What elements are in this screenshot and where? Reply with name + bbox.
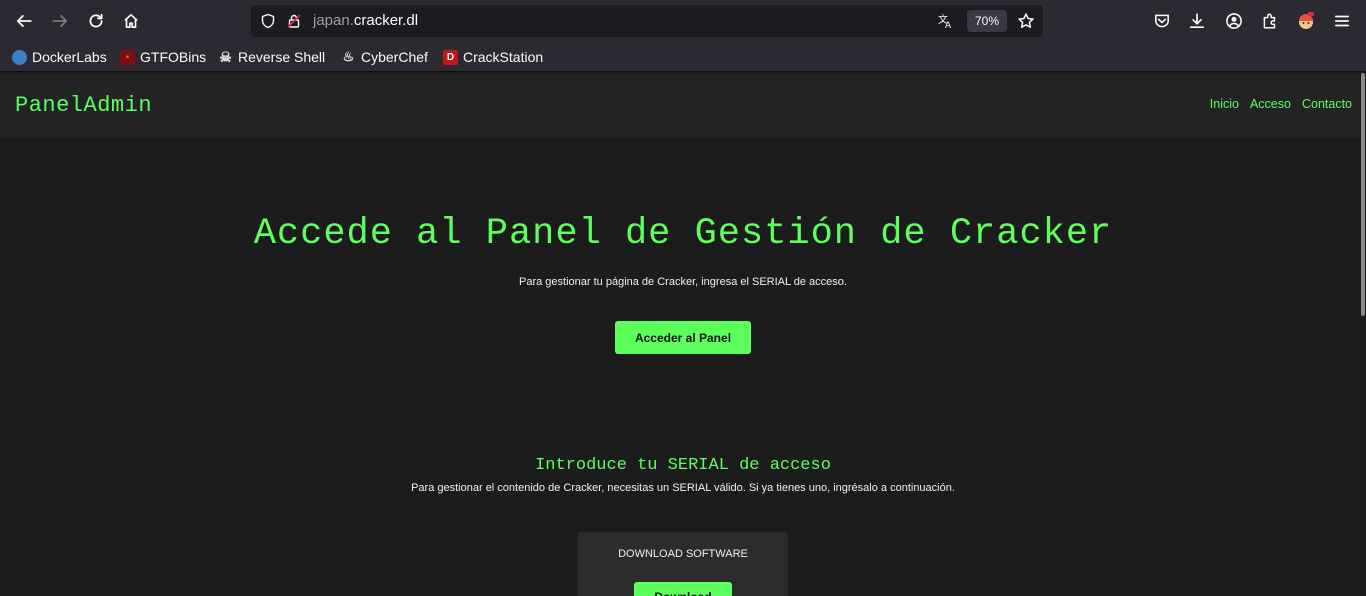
back-icon[interactable] <box>12 9 36 33</box>
download-icon[interactable] <box>1185 9 1209 33</box>
star-icon[interactable] <box>1017 12 1035 30</box>
home-icon[interactable] <box>119 9 143 33</box>
bookmark-label: CyberChef <box>361 49 428 65</box>
site-navbar: PanelAdmin Inicio Acceso Contacto <box>0 73 1360 137</box>
menu-icon[interactable] <box>1330 9 1354 33</box>
nav-link-acceso[interactable]: Acceso <box>1250 97 1291 111</box>
extensions-icon[interactable] <box>1258 9 1282 33</box>
bookmark-gtfobins[interactable]: ▪ GTFOBins <box>120 48 206 66</box>
bookmark-label: GTFOBins <box>140 49 207 65</box>
page-content: PanelAdmin Inicio Acceso Contacto Accede… <box>0 73 1366 596</box>
bookmarks-bar: DockerLabs ▪ GTFOBins ☠ Reverse Shell ♨ … <box>0 42 1366 72</box>
serial-section-title: Introduce tu SERIAL de acceso <box>535 456 831 475</box>
bookmark-label: DockerLabs <box>32 49 107 65</box>
nav-link-contacto[interactable]: Contacto <box>1302 97 1352 111</box>
bookmark-reverse-shell[interactable]: ☠ Reverse Shell <box>218 48 325 66</box>
translate-icon[interactable]: 文A <box>937 12 955 30</box>
dockerlabs-icon <box>12 49 27 65</box>
scrollbar-thumb[interactable] <box>1361 73 1365 316</box>
skull-icon: ☠ <box>219 48 232 65</box>
download-button[interactable]: Download <box>634 582 732 596</box>
bookmark-dockerlabs[interactable]: DockerLabs <box>12 48 107 66</box>
lock-icon[interactable] <box>286 13 302 29</box>
nav-link-inicio[interactable]: Inicio <box>1210 97 1239 111</box>
zoom-level-button[interactable]: 70% <box>967 10 1007 32</box>
url-text[interactable]: japan.cracker.dl <box>313 12 418 29</box>
site-brand[interactable]: PanelAdmin <box>15 93 152 118</box>
browser-toolbar: japan.cracker.dl 文A 70% <box>0 0 1366 42</box>
account-icon[interactable] <box>1222 9 1246 33</box>
url-bar[interactable]: japan.cracker.dl 文A 70% <box>251 5 1043 37</box>
download-card: DOWNLOAD SOFTWARE Download <box>578 532 788 596</box>
hero-title: Accede al Panel de Gestión de Cracker <box>253 213 1113 255</box>
chef-icon: ♨ <box>342 49 355 64</box>
shield-icon[interactable] <box>260 13 276 29</box>
forward-icon[interactable] <box>48 9 72 33</box>
bookmark-label: Reverse Shell <box>238 49 326 65</box>
hero-subtitle: Para gestionar tu página de Cracker, ing… <box>519 276 847 288</box>
svg-text:A: A <box>945 21 952 30</box>
crackstation-icon: D <box>443 49 458 65</box>
bookmark-cyberchef[interactable]: ♨ CyberChef <box>341 48 428 66</box>
pocket-icon[interactable] <box>1150 9 1174 33</box>
page-scrollbar[interactable] <box>1360 73 1366 596</box>
bookmark-crackstation[interactable]: D CrackStation <box>443 48 543 66</box>
download-card-label: DOWNLOAD SOFTWARE <box>618 548 748 560</box>
serial-section-description: Para gestionar el contenido de Cracker, … <box>411 482 955 494</box>
reload-icon[interactable] <box>84 9 108 33</box>
access-panel-button[interactable]: Acceder al Panel <box>615 321 751 354</box>
nav-links: Inicio Acceso Contacto <box>1210 97 1352 111</box>
profile-icon[interactable] <box>1294 9 1318 33</box>
bookmark-label: CrackStation <box>463 49 544 65</box>
gtfobins-icon: ▪ <box>120 49 135 65</box>
